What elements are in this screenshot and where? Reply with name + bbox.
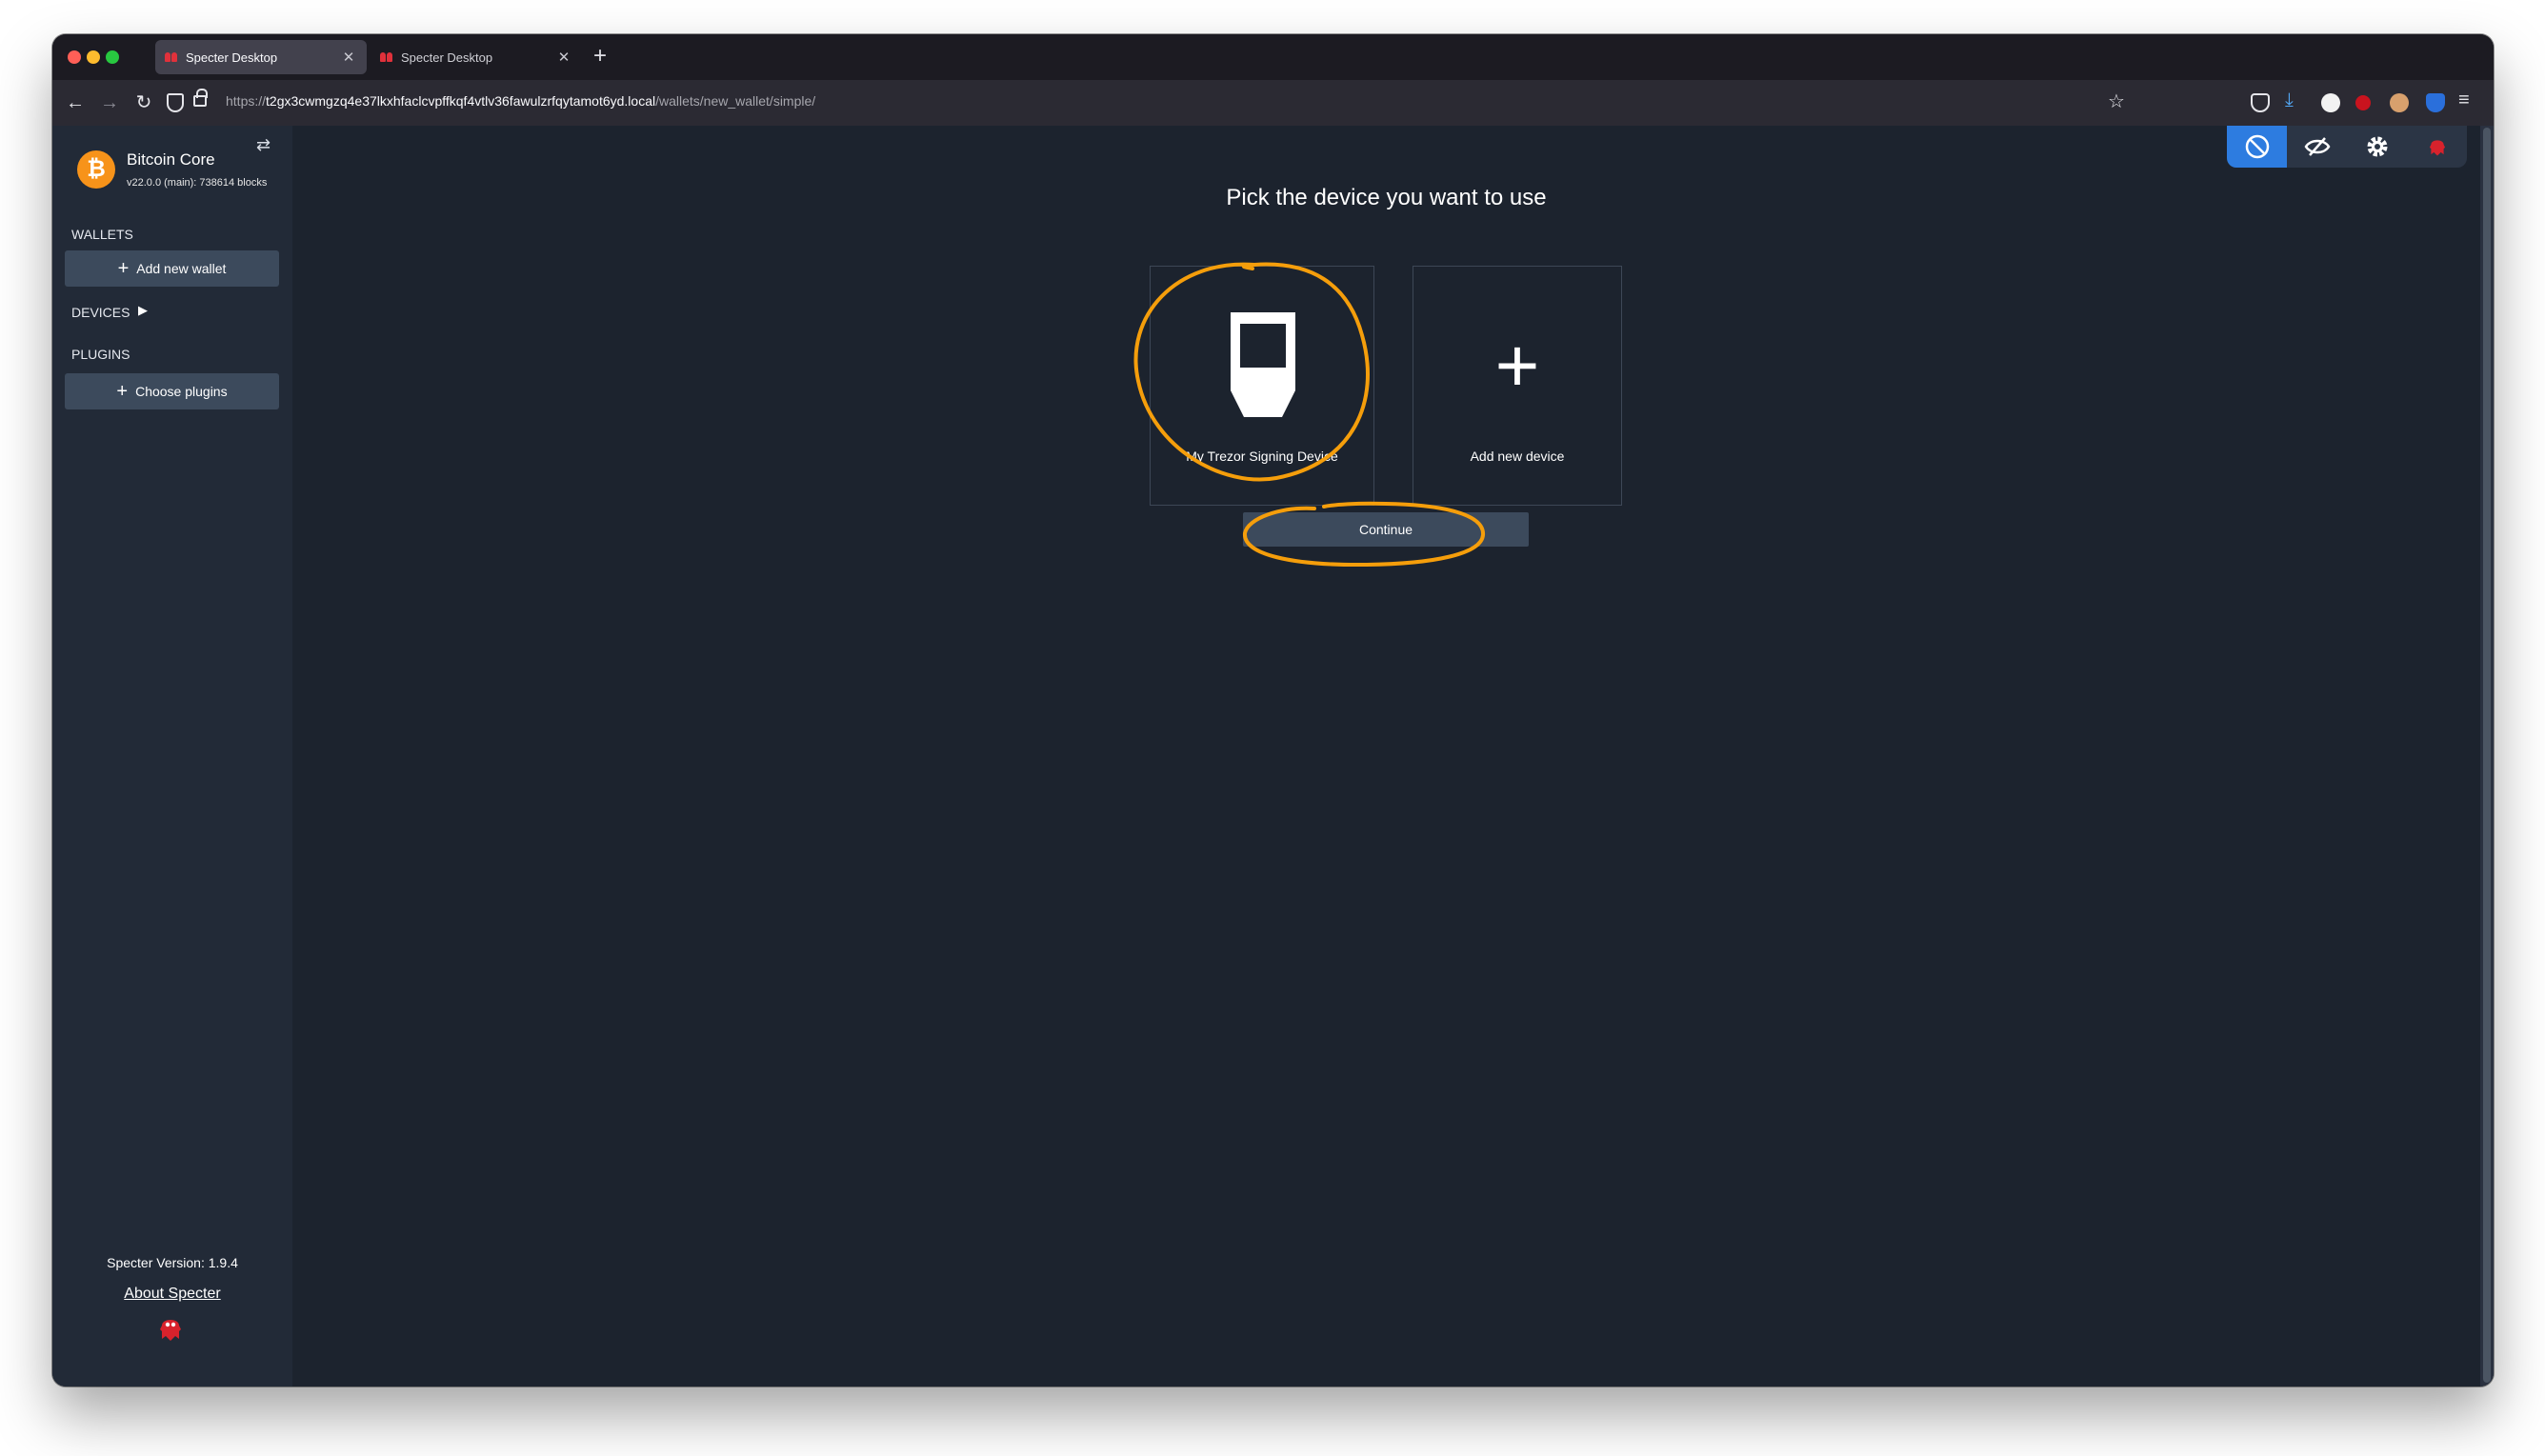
tab-title: Specter Desktop [401,50,493,65]
specter-ghost-icon [2429,140,2445,156]
back-arrow-icon[interactable]: ← [62,91,89,114]
pocket-icon[interactable] [2251,93,2270,112]
url-host: t2gx3cwmgzq4e37lkxhfaclcvpffkqf4vtlv36fa… [266,93,656,109]
zoom-window-button[interactable] [106,50,119,64]
menu-hamburger-icon[interactable]: ≡ [2458,90,2470,111]
version-value: 1.9.4 [208,1255,238,1270]
bitwarden-icon[interactable] [2426,93,2445,112]
ublock-icon[interactable] [2355,95,2371,110]
url-scheme: https:// [226,93,267,109]
lock-icon[interactable] [193,89,208,107]
tab-close-icon[interactable]: ✕ [340,49,357,66]
tor-toggle-button[interactable] [2227,126,2287,168]
tracking-shield-icon[interactable] [167,93,184,112]
navigation-bar: ← → ↻ https://t2gx3cwmgzq4e37lkxhfaclcvp… [52,80,2494,126]
specter-ghost-icon [160,1320,181,1341]
settings-button[interactable] [2347,126,2407,168]
close-window-button[interactable] [68,50,81,64]
annotation-circle-continue [1243,501,1485,568]
specter-favicon-icon [165,51,178,63]
settings-gear-icon [2367,136,2387,157]
tab-specter-active[interactable]: Specter Desktop ✕ [155,40,367,74]
top-toolbar [2227,126,2467,168]
tab-title: Specter Desktop [186,50,278,65]
specter-menu-button[interactable] [2407,126,2467,168]
extension-avatar-icon[interactable] [2390,93,2409,112]
url-path: /wallets/new_wallet/simple/ [655,93,816,109]
bookmark-star-icon[interactable]: ☆ [2108,90,2125,113]
extension-info-icon[interactable] [2321,93,2340,112]
new-tab-button[interactable]: + [593,44,607,69]
forward-arrow-icon[interactable]: → [96,91,123,114]
scrollbar-thumb[interactable] [2483,128,2491,1383]
specter-app: ₿ Bitcoin Core v22.0.0 (main): 738614 bl… [52,126,2494,1386]
hide-balance-button[interactable] [2287,126,2347,168]
page-scrollbar[interactable] [2480,126,2494,1386]
version-label: Specter Version: [107,1255,209,1270]
tab-specter-inactive[interactable]: Specter Desktop ✕ [371,40,582,74]
url-bar[interactable]: https://t2gx3cwmgzq4e37lkxhfaclcvpffkqf4… [226,93,815,109]
about-specter-link[interactable]: About Specter [52,1286,292,1303]
annotation-circle-device [1133,262,1370,482]
specter-favicon-icon [380,51,393,63]
tor-icon [2245,134,2269,159]
annotation-overlay [1133,262,1485,568]
specter-version: Specter Version: 1.9.4 [52,1255,292,1270]
downloads-icon[interactable]: ⤓ [2285,90,2294,111]
browser-window: Specter Desktop ✕ Specter Desktop ✕ + ← … [52,34,2494,1386]
reload-icon[interactable]: ↻ [130,91,157,114]
tab-close-icon[interactable]: ✕ [555,49,572,66]
minimize-window-button[interactable] [87,50,100,64]
hide-balance-icon [2304,137,2330,156]
tab-bar: Specter Desktop ✕ Specter Desktop ✕ + [52,34,2494,80]
